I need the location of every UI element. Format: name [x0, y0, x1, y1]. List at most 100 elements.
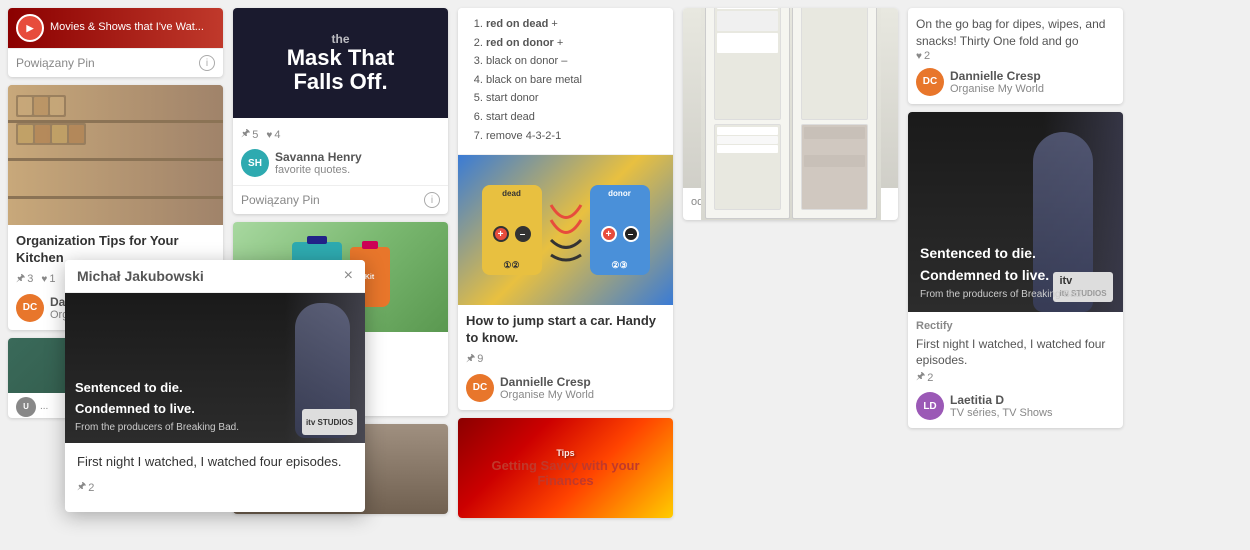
popup-close-button[interactable]: × [344, 268, 353, 284]
donor-plus: + [601, 226, 617, 242]
popup-pin-stat: 2 [77, 479, 94, 496]
dead-plus: + [493, 226, 509, 242]
mask-card-body: 5 4 SH Savanna Henry favorite quotes. [233, 118, 448, 185]
car-stats: 9 [466, 351, 665, 368]
rectify-image-text2: Condemned to live. [920, 266, 1084, 284]
partial-avatar: U [16, 397, 36, 417]
mask-meta: SH Savanna Henry favorite quotes. [241, 149, 440, 177]
movies-card: ▶ Movies & Shows that I've Wat... Powiąz… [8, 8, 223, 77]
mask-author-name: Savanna Henry [275, 150, 362, 164]
closet-image [683, 8, 898, 188]
rectify-card-body: Rectify First night I watched, I watched… [908, 312, 1123, 429]
pinterest-board: ▶ Movies & Shows that I've Wat... Powiąz… [0, 0, 1250, 550]
rectify-image-sub: From the producers of Breaking Bad. [920, 289, 1084, 300]
rectify-title-label: Rectify [916, 320, 1115, 332]
top-info-body: On the go bag for dipes, wipes, and snac… [908, 8, 1123, 104]
rectify-image-text1: Sentenced to die. [920, 244, 1084, 262]
rectify-meta-info: Laetitia D TV séries, TV Shows [950, 393, 1053, 419]
finances-image: Tips Getting Savvy with your Finances [458, 418, 673, 518]
rectify-desc: First night I watched, I watched four ep… [916, 336, 1115, 370]
instruction-4: black on bare metal [486, 72, 663, 90]
popup-header: Michał Jakubowski × [65, 260, 365, 293]
closet-card: od Better Homes & Gardens [683, 8, 898, 220]
instruction-5: start donor [486, 90, 663, 108]
car-meta: DC Dannielle Cresp Organise My World [466, 374, 665, 402]
partial-text: ... [40, 401, 48, 412]
mask-author-avatar: SH [241, 149, 269, 177]
top-info-meta-info: Dannielle Cresp Organise My World [950, 69, 1044, 95]
kitchen-pin-stat: 3 [16, 271, 33, 288]
car-instructions: red on dead + red on donor + black on do… [468, 16, 663, 145]
finances-text: Getting Savvy with your Finances [466, 458, 665, 488]
instruction-1: red on dead + [486, 16, 663, 34]
mask-pin-icon [241, 126, 250, 143]
mask-board-name: favorite quotes. [275, 164, 362, 176]
mask-heart-stat: 4 [266, 126, 280, 143]
donor-label: donor [608, 189, 631, 198]
rectify-image: Sentenced to die. Condemned to live. Fro… [908, 112, 1123, 312]
top-info-author: Dannielle Cresp [950, 69, 1044, 83]
popup-itv-logo: itv STUDIOS [306, 418, 353, 427]
top-info-meta: DC Dannielle Cresp Organise My World [916, 68, 1115, 96]
car-diagram: dead + – ①② [469, 165, 663, 295]
rectify-author-avatar: LD [916, 392, 944, 420]
rectify-meta: LD Laetitia D TV séries, TV Shows [916, 392, 1115, 420]
instruction-2: red on donor + [486, 35, 663, 53]
movies-title: Movies & Shows that I've Wat... [50, 21, 204, 34]
mask-pin-stat: 5 [241, 126, 258, 143]
top-info-heart: 2 [916, 50, 930, 62]
instruction-6: start dead [486, 109, 663, 127]
car-card-body: How to jump start a car. Handy to know. … [458, 305, 673, 410]
mask-stats: 5 4 [241, 126, 440, 143]
heart-icon [41, 273, 47, 285]
finances-card: Tips Getting Savvy with your Finances [458, 418, 673, 518]
top-heart-icon [916, 50, 922, 62]
rectify-pin-stat: 2 [916, 369, 933, 386]
column-3: red on dead + red on donor + black on do… [458, 8, 673, 542]
powiazany-label: Powiązany Pin [16, 56, 95, 70]
popup-modal: Michał Jakubowski × Sentenced to die. Co… [65, 260, 365, 512]
rectify-card: Sentenced to die. Condemned to live. Fro… [908, 112, 1123, 429]
column-4: od Better Homes & Gardens [683, 8, 898, 542]
top-info-card: On the go bag for dipes, wipes, and snac… [908, 8, 1123, 104]
powiazany-label-2: Powiązany Pin [241, 193, 320, 207]
mask-card: the Mask ThatFalls Off. 5 4 SH [233, 8, 448, 214]
dead-minus: – [515, 226, 531, 242]
car-author-avatar: DC [466, 374, 494, 402]
popup-pin-icon [77, 479, 86, 496]
info-icon-2[interactable]: i [424, 192, 440, 208]
top-info-board: Organise My World [950, 83, 1044, 95]
movies-avatar: ▶ [16, 14, 44, 42]
powiazany-bar-1: Powiązany Pin i [8, 48, 223, 77]
popup-stats: 2 [77, 479, 353, 496]
car-card: red on dead + red on donor + black on do… [458, 8, 673, 410]
car-author-name: Dannielle Cresp [500, 375, 594, 389]
dead-label: dead [502, 189, 521, 198]
info-icon-1[interactable]: i [199, 55, 215, 71]
car-meta-info: Dannielle Cresp Organise My World [500, 375, 594, 401]
rectify-pin-icon [916, 369, 925, 386]
popup-sub: From the producers of Breaking Bad. [75, 422, 239, 433]
popup-text1: Sentenced to die. [75, 380, 239, 397]
mask-image: the Mask ThatFalls Off. [233, 8, 448, 118]
car-pin-stat: 9 [466, 351, 483, 368]
mask-meta-info: Savanna Henry favorite quotes. [275, 150, 362, 176]
instruction-3: black on donor – [486, 53, 663, 71]
mask-heart-icon [266, 129, 272, 141]
popup-body: First night I watched, I watched four ep… [65, 443, 365, 512]
popup-title: Michał Jakubowski [77, 268, 204, 284]
kitchen-author-avatar: DC [16, 294, 44, 322]
rectify-author-name: Laetitia D [950, 393, 1053, 407]
cables-svg [546, 185, 586, 275]
car-board-name: Organise My World [500, 389, 594, 401]
powiazany-bar-2: Powiązany Pin i [233, 185, 448, 214]
top-info-desc: On the go bag for dipes, wipes, and snac… [916, 16, 1115, 50]
donor-minus: – [623, 226, 639, 242]
rectify-stats: 2 [916, 369, 1115, 386]
instruction-7: remove 4-3-2-1 [486, 128, 663, 146]
kitchen-heart-stat: 1 [41, 271, 55, 288]
rectify-board-name: TV séries, TV Shows [950, 407, 1053, 419]
column-5: On the go bag for dipes, wipes, and snac… [908, 8, 1123, 542]
popup-image: Sentenced to die. Condemned to live. Fro… [65, 293, 365, 443]
popup-desc: First night I watched, I watched four ep… [77, 453, 353, 471]
